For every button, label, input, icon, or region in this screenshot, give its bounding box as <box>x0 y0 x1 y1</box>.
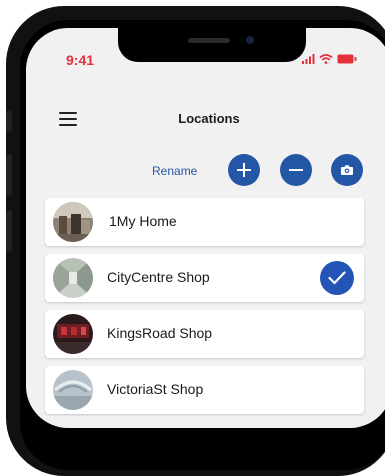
wifi-icon <box>319 54 333 64</box>
camera-button[interactable] <box>331 154 363 186</box>
phone-frame: 9:41 Locations Rename 1My Home CityCentr… <box>6 6 385 476</box>
location-thumbnail <box>53 202 93 242</box>
selected-check-button[interactable] <box>320 261 354 295</box>
rename-button[interactable]: Rename <box>152 164 197 178</box>
add-location-button[interactable] <box>228 154 260 186</box>
notch <box>118 28 306 62</box>
page-title: Locations <box>178 111 240 126</box>
location-name: CityCentre Shop <box>107 269 210 285</box>
volume-down-button <box>6 210 12 252</box>
location-item-my-home[interactable]: 1My Home <box>45 198 364 246</box>
speaker-grille <box>188 38 230 43</box>
app-header: Locations <box>26 106 385 134</box>
location-item-kingsroad-shop[interactable]: KingsRoad Shop <box>45 310 364 358</box>
location-name: VictoriaSt Shop <box>107 381 204 397</box>
remove-location-button[interactable] <box>280 154 312 186</box>
location-thumbnail <box>53 314 93 354</box>
status-bar: 9:41 <box>26 28 385 88</box>
volume-up-button <box>6 154 12 196</box>
front-camera <box>246 36 254 44</box>
locations-list: 1My Home CityCentre Shop KingsRoad Shop … <box>45 198 364 422</box>
phone-screen: 9:41 Locations Rename 1My Home CityCentr… <box>26 28 385 428</box>
plus-icon <box>237 163 251 177</box>
location-thumbnail <box>53 258 93 298</box>
location-item-victoriast-shop[interactable]: VictoriaSt Shop <box>45 366 364 414</box>
camera-icon <box>341 165 353 175</box>
checkmark-icon <box>328 271 346 285</box>
signal-icon <box>302 54 315 64</box>
battery-icon <box>337 54 357 64</box>
location-name: KingsRoad Shop <box>107 325 213 341</box>
status-icons <box>302 52 357 66</box>
location-name: 1My Home <box>109 213 177 229</box>
status-time: 9:41 <box>66 52 95 68</box>
location-item-citycentre-shop[interactable]: CityCentre Shop <box>45 254 364 302</box>
minus-icon <box>289 169 303 171</box>
location-thumbnail <box>53 370 93 410</box>
toolbar: Rename <box>26 154 385 190</box>
mute-switch <box>6 110 12 132</box>
